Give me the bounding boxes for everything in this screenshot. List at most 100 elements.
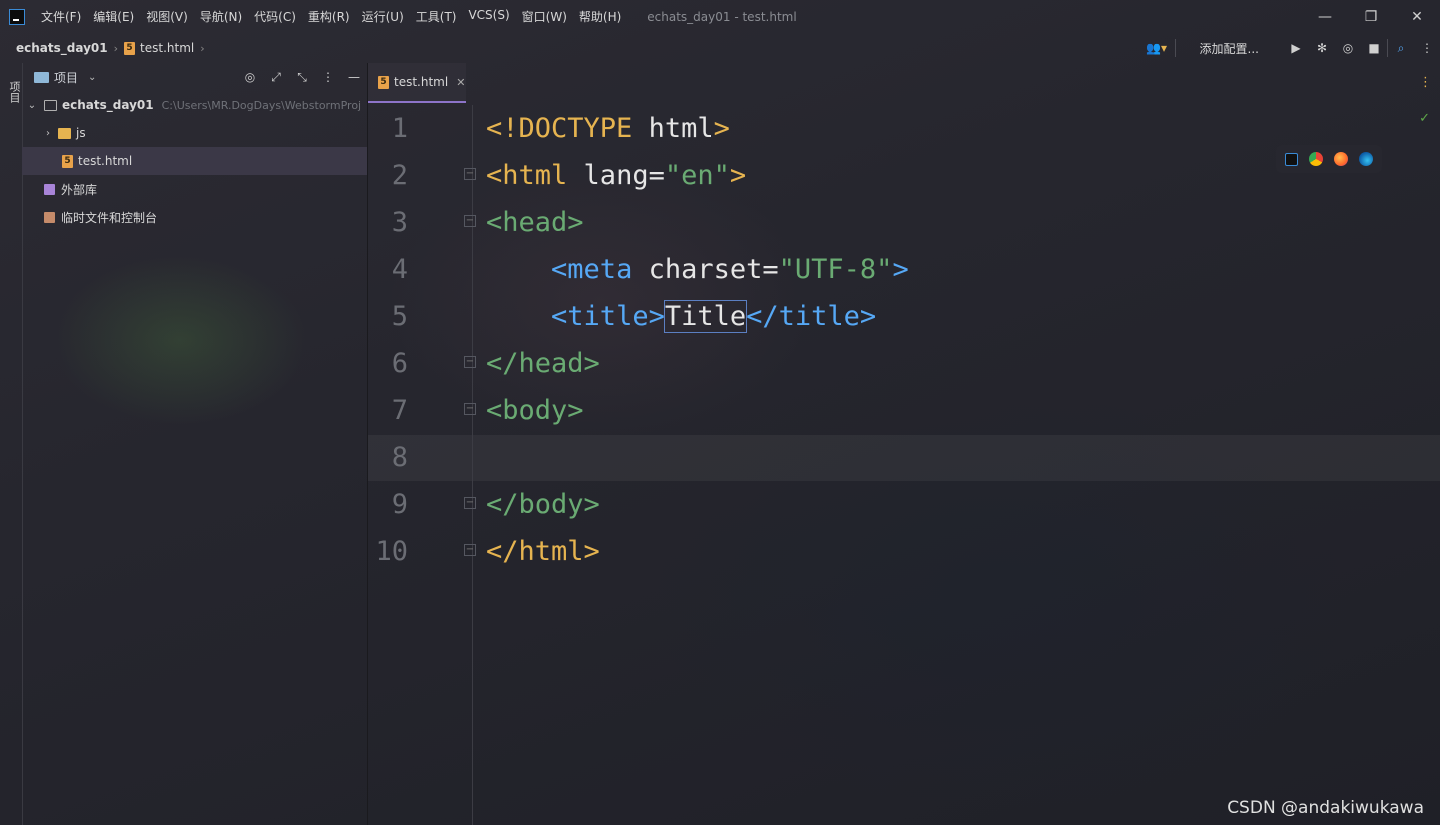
code-token: = [762, 254, 779, 285]
tree-item-external-libraries[interactable]: 外部库 [22, 175, 367, 203]
fold-icon[interactable]: − [464, 356, 476, 368]
code-line: 8 [368, 434, 1440, 481]
options-icon[interactable]: ⋮ [315, 70, 341, 84]
code-token: !DOCTYPE [502, 113, 633, 144]
breadcrumb-chevron-icon: › [113, 41, 119, 55]
code-token: body [502, 395, 568, 426]
webstorm-preview-icon[interactable] [1285, 152, 1299, 166]
project-folder-icon [34, 71, 49, 83]
code-token: html [502, 160, 568, 191]
tab-options-icon[interactable]: ⋮ [1419, 75, 1432, 90]
tab-label: test.html [394, 75, 449, 89]
code-token: < [486, 160, 503, 191]
project-panel-title[interactable]: 项目 [54, 69, 78, 86]
collapse-all-icon[interactable]: ⤡ [289, 70, 315, 85]
tree-item-label: js [76, 126, 86, 140]
fold-icon[interactable]: − [464, 544, 476, 556]
close-tab-icon[interactable]: ✕ [456, 76, 465, 89]
more-actions-icon[interactable]: ⋮ [1414, 33, 1440, 63]
line-number[interactable]: 3 [368, 199, 408, 246]
run-icon[interactable]: ▶ [1283, 33, 1309, 63]
code-token: < [486, 207, 503, 238]
menu-help[interactable]: 帮助(H) [573, 8, 627, 25]
code-token: body [518, 489, 584, 520]
code-token: meta [567, 254, 633, 285]
breadcrumb-project[interactable]: echats_day01 [16, 41, 108, 55]
code-token-selected: Title [663, 300, 748, 333]
breadcrumb-chevron-icon: › [200, 41, 205, 55]
code-token: charset [632, 254, 763, 285]
line-number[interactable]: 2 [368, 152, 408, 199]
hide-panel-icon[interactable]: — [341, 70, 367, 84]
code-token: title [567, 301, 649, 332]
code-token: head [502, 207, 568, 238]
webstorm-logo-icon[interactable] [9, 8, 25, 25]
code-token: < [486, 395, 503, 426]
breadcrumb-file[interactable]: test.html [140, 41, 194, 55]
code-token: = [648, 160, 665, 191]
menu-code[interactable]: 代码(C) [248, 8, 302, 25]
tree-item-test-html[interactable]: 5 test.html [22, 147, 367, 175]
html-file-icon: 5 [378, 75, 389, 89]
minimize-button[interactable]: — [1302, 0, 1348, 33]
fold-icon[interactable]: − [464, 215, 476, 227]
close-window-button[interactable]: ✕ [1394, 0, 1440, 33]
edge-icon[interactable] [1358, 152, 1373, 166]
chevron-down-icon[interactable]: ⌄ [26, 100, 38, 111]
code-token: html [632, 113, 714, 144]
line-number[interactable]: 1 [368, 105, 408, 152]
code-token: < [551, 254, 568, 285]
tree-item-js[interactable]: › js [22, 119, 367, 147]
line-number[interactable]: 6 [368, 340, 408, 387]
chrome-icon[interactable] [1309, 152, 1324, 166]
menu-navigate[interactable]: 导航(N) [194, 8, 248, 25]
root-folder-name: echats_day01 [62, 98, 154, 112]
stop-icon[interactable]: ■ [1361, 33, 1387, 63]
editor-tab-bar: 5 test.html ✕ ⋮ [368, 63, 1440, 105]
menu-run[interactable]: 运行(U) [356, 8, 410, 25]
debug-icon[interactable]: ✻ [1309, 33, 1335, 63]
code-line: 6 − </head> [368, 340, 1440, 387]
tree-root-item[interactable]: ⌄ echats_day01 C:\Users\MR.DogDays\Webst… [22, 91, 367, 119]
code-token: </ [486, 348, 519, 379]
expand-all-icon[interactable]: ⤢ [263, 70, 289, 85]
menu-view[interactable]: 视图(V) [140, 8, 194, 25]
navigation-bar: echats_day01 › 5 test.html › 👥▾ 添加配置... … [0, 33, 1440, 63]
fold-icon[interactable]: − [464, 168, 476, 180]
chevron-down-icon[interactable]: ⌄ [88, 72, 96, 83]
line-number[interactable]: 5 [368, 293, 408, 340]
menu-tools[interactable]: 工具(T) [410, 8, 463, 25]
tab-test-html[interactable]: 5 test.html ✕ [368, 63, 466, 103]
locate-file-icon[interactable]: ◎ [237, 70, 263, 84]
firefox-icon[interactable] [1333, 152, 1348, 166]
menu-edit[interactable]: 编辑(E) [87, 8, 140, 25]
folder-icon [44, 99, 57, 111]
tree-item-label: 临时文件和控制台 [61, 210, 158, 225]
code-with-me-icon[interactable]: 👥▾ [1139, 33, 1175, 63]
line-number[interactable]: 4 [368, 246, 408, 293]
line-number[interactable]: 7 [368, 387, 408, 434]
folder-icon [58, 127, 71, 139]
menu-vcs[interactable]: VCS(S) [462, 8, 515, 25]
menu-file[interactable]: 文件(F) [35, 8, 87, 25]
menu-refactor[interactable]: 重构(R) [302, 8, 356, 25]
search-icon[interactable]: ⌕ [1388, 33, 1414, 63]
chevron-right-icon[interactable]: › [42, 128, 54, 139]
project-tool-tab[interactable]: 项目 [0, 69, 22, 115]
code-token: > [583, 489, 600, 520]
code-token: > [859, 301, 877, 332]
fold-icon[interactable]: − [464, 497, 476, 509]
menu-window[interactable]: 窗口(W) [516, 8, 573, 25]
fold-icon[interactable]: − [464, 403, 476, 415]
code-token: </ [486, 536, 519, 567]
tree-item-scratches[interactable]: 临时文件和控制台 [22, 203, 367, 231]
line-number[interactable]: 9 [368, 481, 408, 528]
code-line: 4 <meta charset="UTF-8"> [368, 246, 1440, 293]
add-configuration-button[interactable]: 添加配置... [1176, 40, 1283, 57]
line-number[interactable]: 8 [368, 434, 408, 481]
code-token: < [486, 113, 503, 144]
profile-icon[interactable]: ◎ [1335, 33, 1361, 63]
line-number[interactable]: 10 [368, 528, 408, 575]
restore-button[interactable]: ❐ [1348, 0, 1394, 33]
